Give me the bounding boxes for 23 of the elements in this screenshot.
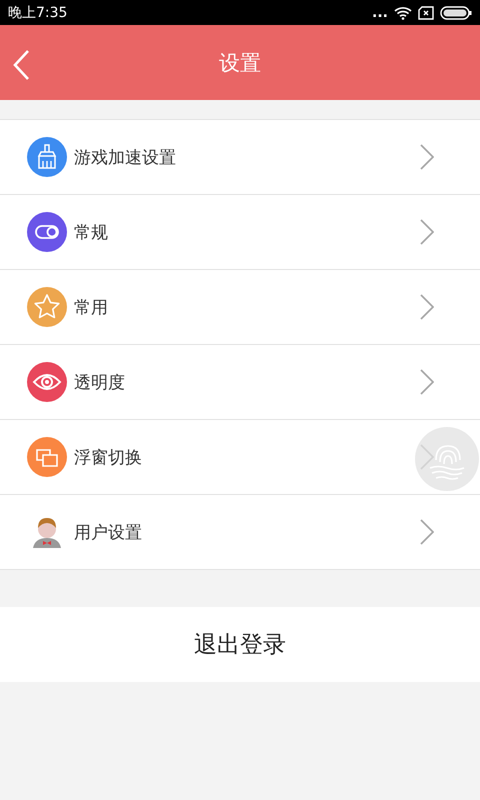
row-label: 浮窗切换 <box>74 446 143 468</box>
settings-row[interactable]: 常用 <box>0 270 480 345</box>
settings-row[interactable]: 常规 <box>0 195 480 270</box>
row-label: 游戏加速设置 <box>74 146 177 168</box>
row-label: 用户设置 <box>74 522 143 544</box>
settings-row[interactable]: 用户设置 <box>0 495 480 570</box>
settings-row[interactable]: 透明度 <box>0 345 480 420</box>
row-label: 常规 <box>74 222 109 244</box>
chevron-icon <box>420 219 434 245</box>
page-title: 设置 <box>219 50 261 76</box>
wifi-icon <box>394 6 412 20</box>
chevron-icon <box>420 369 434 395</box>
sim-icon <box>418 6 434 20</box>
chevron-icon <box>420 294 434 320</box>
row-label: 透明度 <box>74 372 126 394</box>
row-label: 常用 <box>74 296 109 318</box>
battery-icon <box>440 6 472 20</box>
logout-button[interactable]: 退出登录 <box>0 607 480 682</box>
more-dots: ... <box>372 6 388 20</box>
status-time: 晚上7:35 <box>8 4 68 22</box>
settings-row[interactable]: 游戏加速设置 <box>0 120 480 195</box>
chevron-icon <box>420 144 434 170</box>
chevron-icon <box>420 519 434 545</box>
